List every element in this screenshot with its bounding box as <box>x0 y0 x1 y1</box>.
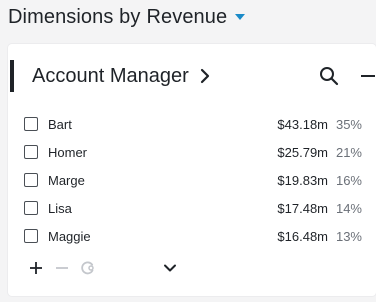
page-title: Dimensions by <box>8 5 141 28</box>
minus-icon[interactable] <box>54 260 70 276</box>
row-checkbox[interactable] <box>24 201 38 215</box>
dimension-title[interactable]: Account Manager <box>32 65 189 88</box>
list-item[interactable]: Maggie $16.48m 13% <box>24 222 362 250</box>
metric-selector[interactable]: Revenue <box>146 6 227 29</box>
row-percent: 16% <box>335 172 362 188</box>
row-percent: 35% <box>335 116 362 132</box>
panel-actions <box>318 60 376 92</box>
row-value: $25.79m <box>277 144 328 160</box>
row-percent: 21% <box>335 144 362 160</box>
row-value: $16.48m <box>277 228 328 244</box>
refresh-icon[interactable] <box>80 260 96 276</box>
caret-down-icon[interactable] <box>235 14 246 20</box>
panel-accent-bar <box>10 60 14 92</box>
row-checkbox[interactable] <box>24 145 38 159</box>
page-header: Dimensions by Revenue <box>8 4 246 30</box>
panel-header: Account Manager <box>8 60 376 92</box>
panel-footer <box>24 258 178 278</box>
row-checkbox[interactable] <box>24 229 38 243</box>
minus-icon[interactable] <box>360 65 376 87</box>
row-value: $43.18m <box>277 116 328 132</box>
row-checkbox[interactable] <box>24 173 38 187</box>
row-percent: 14% <box>335 200 362 216</box>
dimension-panel: Account Manager Bart $43.18m 35% Homer $… <box>8 44 376 296</box>
chevron-down-icon[interactable] <box>162 260 178 276</box>
chevron-right-icon[interactable] <box>199 68 211 84</box>
row-name: Bart <box>48 116 72 132</box>
row-name: Marge <box>48 172 85 188</box>
row-name: Homer <box>48 144 88 160</box>
row-name: Maggie <box>48 228 91 244</box>
row-checkbox[interactable] <box>24 117 38 131</box>
search-icon[interactable] <box>318 65 340 87</box>
plus-icon[interactable] <box>28 260 44 276</box>
list-item[interactable]: Lisa $17.48m 14% <box>24 194 362 222</box>
list-item[interactable]: Homer $25.79m 21% <box>24 138 362 166</box>
value-list: Bart $43.18m 35% Homer $25.79m 21% Marge… <box>24 110 362 250</box>
row-value: $17.48m <box>277 200 328 216</box>
list-item[interactable]: Bart $43.18m 35% <box>24 110 362 138</box>
row-percent: 13% <box>335 228 362 244</box>
list-item[interactable]: Marge $19.83m 16% <box>24 166 362 194</box>
row-value: $19.83m <box>277 172 328 188</box>
row-name: Lisa <box>48 200 72 216</box>
